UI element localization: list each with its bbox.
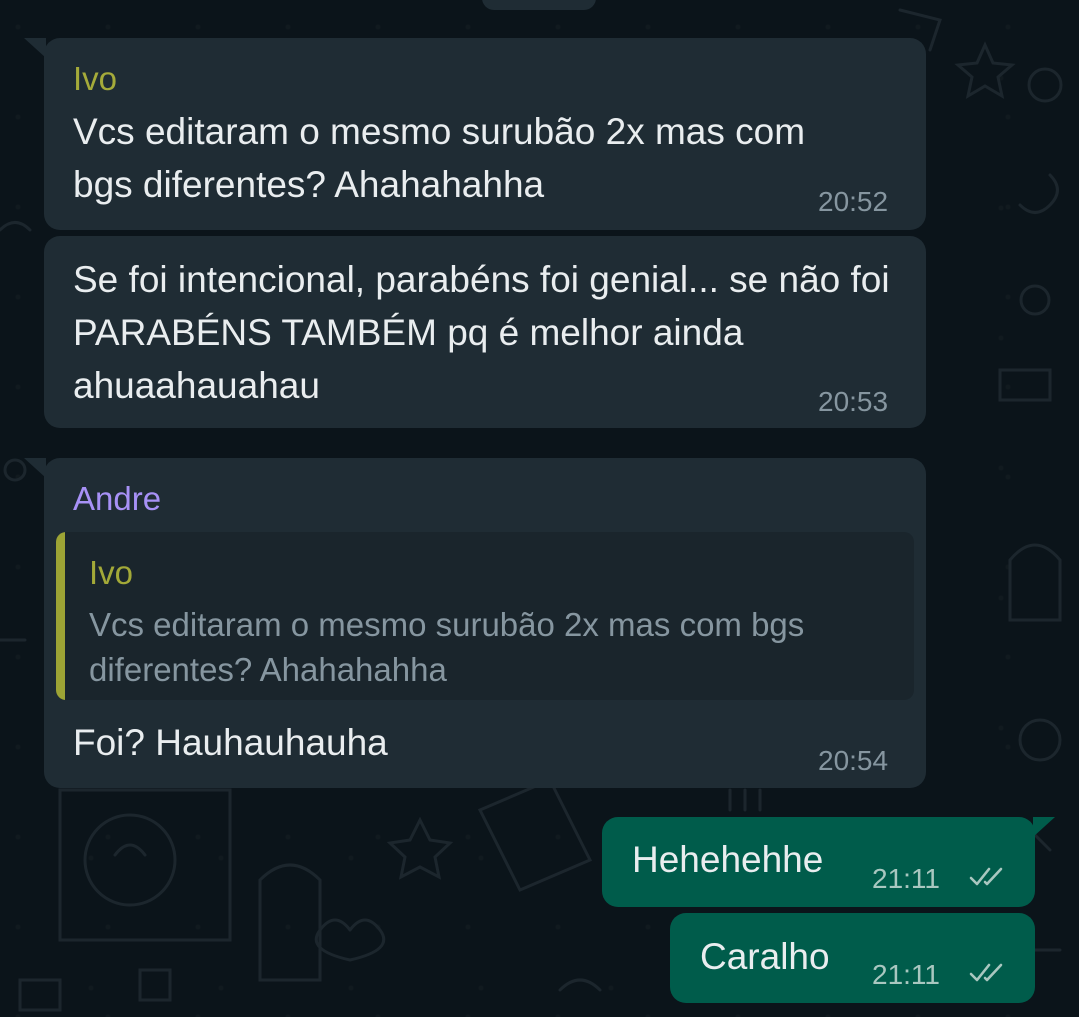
message-text: Caralho [700,936,830,977]
double-check-icon [969,963,1003,982]
sender-name[interactable]: Ivo [73,60,117,98]
quoted-sender: Ivo [89,554,134,591]
message-time: 20:52 [818,186,889,217]
date-pill [482,0,596,10]
double-check-icon [969,867,1003,886]
quoted-message[interactable]: Ivo Vcs editaram o mesmo surubão 2x mas … [56,532,914,700]
incoming-message-1[interactable]: Ivo Vcs editaram o mesmo surubão 2x mas … [24,38,926,230]
chat-area[interactable]: Ivo Vcs editaram o mesmo surubão 2x mas … [0,0,1079,1017]
quote-accent-bar [56,532,65,700]
outgoing-message-2[interactable]: Caralho 21:11 [670,913,1035,1003]
message-text: Se foi intencional, parabéns foi genial.… [73,259,890,406]
message-time: 21:11 [872,863,940,894]
message-time: 20:54 [818,745,889,776]
quoted-text: Vcs editaram o mesmo surubão 2x mas com … [89,606,805,688]
message-time: 21:11 [872,959,940,990]
incoming-message-2[interactable]: Se foi intencional, parabéns foi genial.… [44,236,926,428]
sender-name[interactable]: Andre [73,480,161,518]
message-time: 20:53 [818,386,889,417]
outgoing-message-1[interactable]: Hehehehhe 21:11 [602,817,1055,907]
incoming-message-3[interactable]: Andre Ivo Vcs editaram o mesmo surubão 2… [24,458,926,788]
message-text: Hehehehhe [632,839,824,880]
message-text: Foi? Hauhauhauha [73,722,388,763]
message-text: Vcs editaram o mesmo surubão 2x mas com … [73,111,806,205]
